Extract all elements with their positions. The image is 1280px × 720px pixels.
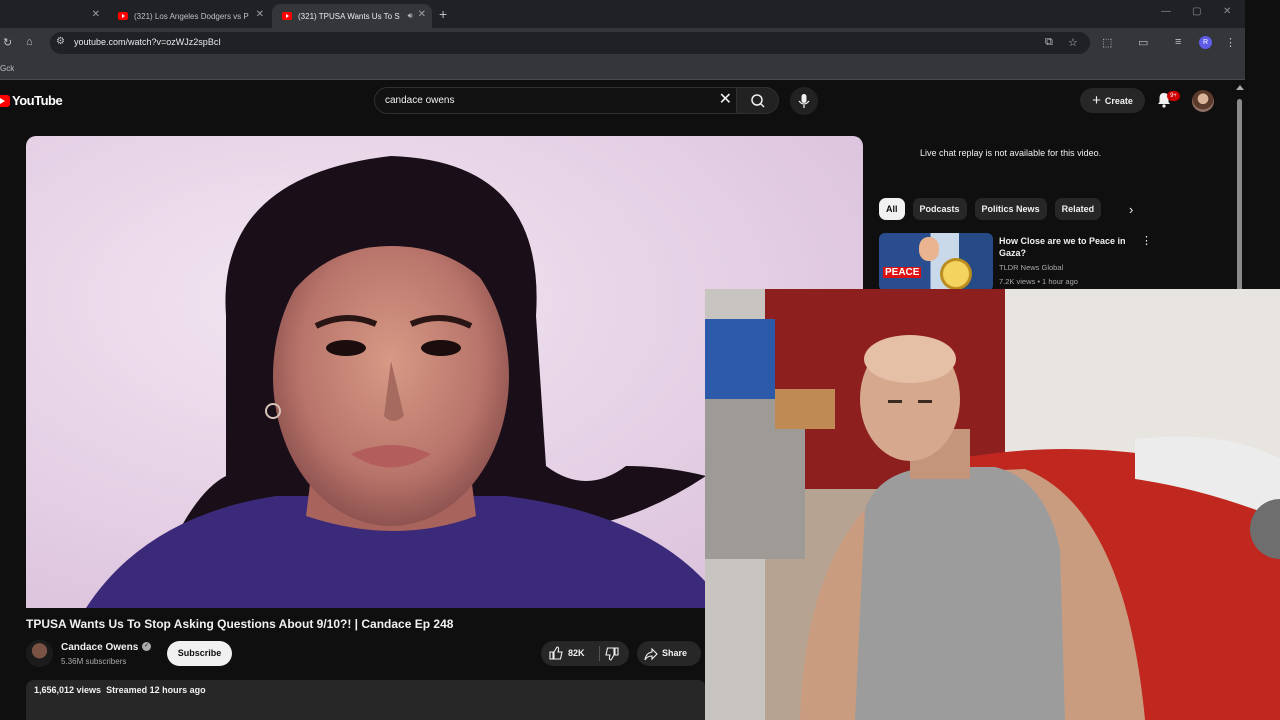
divider	[599, 646, 600, 661]
close-window-icon[interactable]: ✕	[1223, 6, 1231, 17]
reload-icon[interactable]: ↻	[3, 36, 12, 49]
view-count: 1,656,012 views	[34, 685, 102, 695]
dislike-icon[interactable]	[605, 647, 619, 661]
install-icon[interactable]: ⧉	[1045, 36, 1053, 49]
speaker-icon[interactable]: 🔊︎	[408, 11, 413, 21]
search-query[interactable]: candace owens	[385, 95, 455, 106]
thumbnail-text: PEACE	[883, 267, 922, 278]
search-input[interactable]: candace owens ✕	[374, 87, 737, 114]
verified-icon: ✓	[142, 642, 151, 651]
stream-date: Streamed 12 hours ago	[106, 685, 206, 695]
recommendation-channel[interactable]: TLDR News Global	[999, 263, 1063, 272]
thumbnail-face	[919, 237, 939, 261]
bookmark-star-icon[interactable]: ☆	[1068, 36, 1078, 49]
scroll-up-icon[interactable]	[1236, 85, 1244, 90]
like-count[interactable]: 82K	[568, 648, 585, 658]
search-icon	[751, 94, 765, 108]
clear-search-icon[interactable]: ✕	[719, 90, 732, 110]
minimize-icon[interactable]: —	[1161, 6, 1171, 17]
search-button[interactable]	[737, 87, 779, 114]
recommendation-thumbnail[interactable]: PEACE	[879, 233, 993, 291]
profile-avatar[interactable]: R	[1199, 36, 1212, 49]
extensions-icon[interactable]: ⬚	[1102, 36, 1112, 49]
chevron-right-icon[interactable]: ›	[1129, 202, 1133, 217]
close-tab-icon[interactable]: ✕	[92, 9, 100, 20]
menu-kebab-icon[interactable]: ⋮	[1225, 36, 1236, 49]
youtube-logo-icon	[0, 94, 10, 107]
recommendation-meta: 7.2K views • 1 hour ago	[999, 277, 1078, 286]
channel-avatar[interactable]	[26, 640, 53, 667]
share-button[interactable]: Share	[637, 641, 701, 666]
channel-name[interactable]: Candace Owens	[61, 642, 138, 653]
medal-graphic	[940, 258, 972, 290]
scrollbar-thumb[interactable]	[1237, 99, 1242, 319]
media-icon[interactable]: ≡	[1175, 36, 1181, 48]
account-avatar[interactable]	[1192, 90, 1214, 112]
live-chat-note: Live chat replay is not available for th…	[920, 148, 1102, 158]
voice-search-button[interactable]	[790, 87, 818, 115]
youtube-favicon-icon	[282, 12, 292, 20]
more-actions-icon[interactable]: ⋮	[1141, 234, 1152, 247]
webcam-overlay	[705, 289, 1280, 720]
site-info-icon[interactable]: ⚙	[56, 36, 65, 47]
description-box[interactable]: 1,656,012 views Streamed 12 hours ago	[26, 680, 706, 720]
tab-label: (321) Los Angeles Dodgers vs P	[134, 11, 249, 21]
chip-politics-news[interactable]: Politics News	[974, 198, 1047, 220]
chip-related[interactable]: Related	[1054, 198, 1102, 220]
chip-all[interactable]: All	[879, 198, 905, 220]
bookmark-item[interactable]: Gck	[0, 64, 14, 73]
tab-label: (321) TPUSA Wants Us To S	[298, 11, 400, 21]
chip-podcasts[interactable]: Podcasts	[912, 198, 967, 220]
like-icon[interactable]	[549, 646, 563, 660]
share-icon	[644, 647, 658, 661]
share-label: Share	[662, 648, 688, 658]
omnibox[interactable]: ⚙ youtube.com/watch?v=ozWJz2spBcI ⧉ ☆	[50, 32, 1090, 54]
notification-badge: 9+	[1167, 91, 1180, 101]
url-text[interactable]: youtube.com/watch?v=ozWJz2spBcI	[74, 37, 221, 47]
bookmarks-bar: Gck	[0, 58, 1245, 80]
webcam-scene-image	[705, 289, 1280, 720]
browser-tab-strip: ✕ (321) Los Angeles Dodgers vs P ✕ (321)…	[0, 0, 1245, 28]
home-icon[interactable]: ⌂	[26, 36, 33, 48]
mic-icon	[798, 94, 810, 108]
maximize-icon[interactable]: ▢	[1192, 6, 1201, 17]
close-tab-icon[interactable]: ✕	[418, 9, 426, 20]
new-tab-button[interactable]: +	[439, 6, 447, 22]
logo-text: YouTube	[12, 93, 63, 108]
close-tab-icon[interactable]: ✕	[256, 9, 264, 20]
side-panel-icon[interactable]: ▭	[1138, 36, 1148, 49]
create-button[interactable]: + Create	[1080, 88, 1145, 113]
filter-chips: All Podcasts Politics News Related	[879, 198, 1102, 220]
tab-1[interactable]: ✕	[0, 4, 106, 28]
address-bar-row: ↻ ⌂ ⚙ youtube.com/watch?v=ozWJz2spBcI ⧉ …	[0, 28, 1245, 58]
tab-dodgers[interactable]: (321) Los Angeles Dodgers vs P ✕	[110, 4, 270, 28]
view-stats: 1,656,012 views Streamed 12 hours ago	[34, 685, 206, 695]
create-label: Create	[1104, 95, 1133, 106]
subscribe-button[interactable]: Subscribe	[167, 641, 232, 666]
youtube-logo[interactable]: YouTube	[0, 93, 63, 108]
subscriber-count: 5.36M subscribers	[61, 657, 127, 666]
like-dislike-group: 82K	[541, 641, 629, 666]
recommendation-title[interactable]: How Close are we to Peace in Gaza?	[999, 235, 1139, 259]
youtube-favicon-icon	[118, 12, 128, 20]
tab-active[interactable]: (321) TPUSA Wants Us To S 🔊︎ ✕	[272, 4, 432, 28]
plus-icon: +	[1092, 91, 1101, 109]
video-title: TPUSA Wants Us To Stop Asking Questions …	[26, 617, 454, 631]
